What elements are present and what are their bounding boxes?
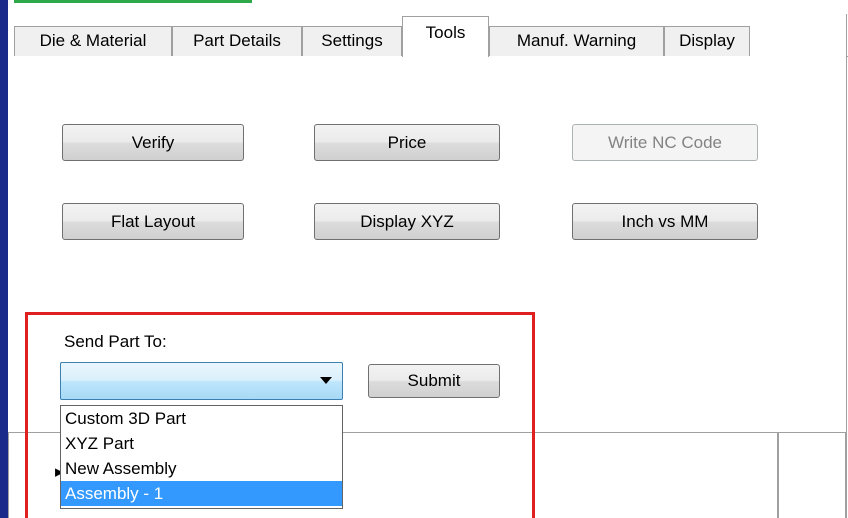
lower-side-box [778,432,846,518]
price-button[interactable]: Price [314,124,500,161]
verify-button[interactable]: Verify [62,124,244,161]
dropdown-option-custom-3d-part[interactable]: Custom 3D Part [61,406,342,431]
tab-settings[interactable]: Settings [302,26,402,56]
tab-display[interactable]: Display [664,26,750,56]
send-part-to-dropdown-list: Custom 3D Part XYZ Part New Assembly Ass… [60,405,343,509]
chevron-down-icon[interactable] [320,377,332,384]
tab-die-material[interactable]: Die & Material [14,26,172,56]
send-part-to-label: Send Part To: [64,332,167,351]
dropdown-option-new-assembly[interactable]: New Assembly [61,456,342,481]
tab-part-details[interactable]: Part Details [172,26,302,56]
flat-layout-button[interactable]: Flat Layout [62,203,244,240]
dropdown-option-assembly-1[interactable]: Assembly - 1 [61,481,342,506]
tab-tools[interactable]: Tools [402,16,489,57]
send-part-to-combobox[interactable] [60,362,343,400]
panel-border [846,14,847,518]
display-xyz-button[interactable]: Display XYZ [314,203,500,240]
window-border [0,0,8,518]
submit-button[interactable]: Submit [368,364,500,398]
write-nc-code-button[interactable]: Write NC Code [572,124,758,161]
tab-bar: Die & Material Part Details Settings Too… [8,14,848,57]
dropdown-option-xyz-part[interactable]: XYZ Part [61,431,342,456]
application-window: Die & Material Part Details Settings Too… [0,0,848,518]
tab-manuf-warning[interactable]: Manuf. Warning [489,26,664,56]
inch-vs-mm-button[interactable]: Inch vs MM [572,203,758,240]
accent-strip [14,0,252,3]
